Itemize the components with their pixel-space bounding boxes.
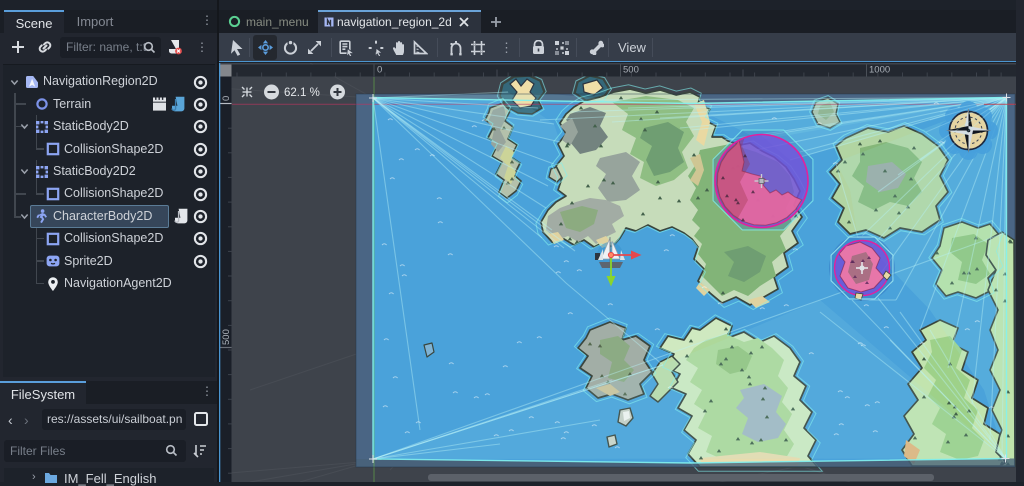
svg-text:500: 500	[623, 65, 639, 76]
svg-text:1000: 1000	[869, 65, 890, 76]
svg-text:0: 0	[377, 65, 382, 76]
svg-text:0: 0	[221, 96, 232, 101]
svg-text:62.1 %: 62.1 %	[284, 87, 320, 99]
svg-text:500: 500	[221, 329, 232, 345]
